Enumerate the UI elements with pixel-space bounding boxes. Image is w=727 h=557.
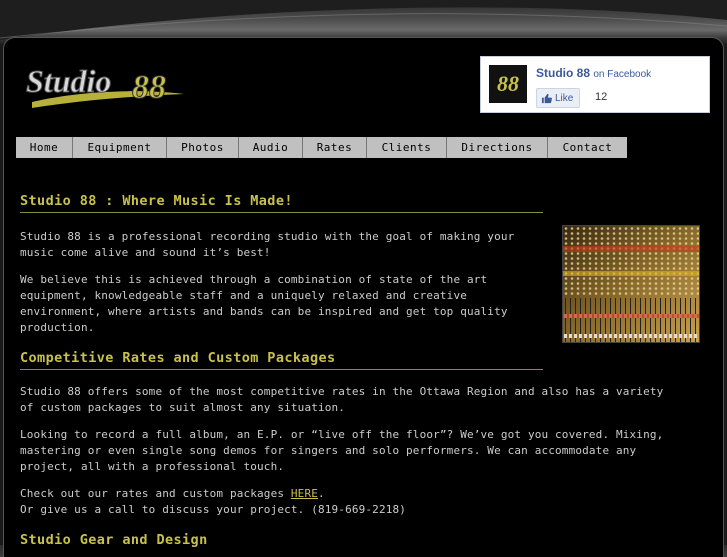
section-intro: Studio 88 : Where Music Is Made! Studio … bbox=[20, 193, 543, 336]
heading-where-music-is-made: Studio 88 : Where Music Is Made! bbox=[20, 193, 293, 209]
main-navigation: Home Equipment Photos Audio Rates Client… bbox=[16, 137, 627, 158]
main-content: Studio 88 : Where Music Is Made! Studio … bbox=[20, 193, 720, 548]
nav-contact[interactable]: Contact bbox=[548, 137, 627, 158]
intro-paragraph-1: Studio 88 is a professional recording st… bbox=[20, 230, 515, 259]
heading-divider bbox=[20, 212, 543, 213]
nav-audio[interactable]: Audio bbox=[239, 137, 303, 158]
rates-paragraph-3: Check out our rates and custom packages … bbox=[20, 486, 680, 502]
facebook-like-label: Like bbox=[555, 92, 574, 104]
nav-directions[interactable]: Directions bbox=[447, 137, 548, 158]
facebook-suffix: on Facebook bbox=[593, 69, 652, 80]
studio-88-logo[interactable]: Studio 88 bbox=[24, 58, 194, 116]
heading-studio-gear: Studio Gear and Design bbox=[20, 532, 208, 548]
rates-here-link[interactable]: HERE bbox=[291, 487, 318, 500]
rates-cta-suffix: . bbox=[318, 487, 325, 500]
heading-divider bbox=[20, 369, 543, 370]
thumbs-up-icon bbox=[541, 93, 552, 103]
facebook-like-count: 12 bbox=[595, 91, 608, 103]
intro-paragraph-2: We believe this is achieved through a co… bbox=[20, 273, 508, 334]
rates-paragraph-2: Looking to record a full album, an E.P. … bbox=[20, 428, 664, 473]
facebook-widget[interactable]: 88 Studio 88 on Facebook Like 12 bbox=[480, 56, 710, 113]
section-rates: Competitive Rates and Custom Packages bbox=[20, 350, 543, 370]
heading-competitive-rates: Competitive Rates and Custom Packages bbox=[20, 350, 336, 366]
facebook-thumb-text: 88 bbox=[497, 71, 519, 96]
nav-photos[interactable]: Photos bbox=[167, 137, 239, 158]
facebook-page-name[interactable]: Studio 88 bbox=[536, 66, 590, 80]
rates-paragraph-1: Studio 88 offers some of the most compet… bbox=[20, 385, 664, 414]
call-paragraph: Or give us a call to discuss your projec… bbox=[20, 503, 407, 516]
facebook-page-thumbnail[interactable]: 88 bbox=[489, 65, 527, 103]
rates-cta-prefix: Check out our rates and custom packages bbox=[20, 487, 291, 500]
nav-equipment[interactable]: Equipment bbox=[73, 137, 167, 158]
svg-text:88: 88 bbox=[132, 69, 166, 106]
svg-text:Studio: Studio bbox=[26, 63, 111, 99]
facebook-page-title[interactable]: Studio 88 on Facebook bbox=[536, 66, 651, 80]
nav-home[interactable]: Home bbox=[16, 137, 73, 158]
nav-clients[interactable]: Clients bbox=[367, 137, 447, 158]
nav-rates[interactable]: Rates bbox=[303, 137, 367, 158]
facebook-like-button[interactable]: Like bbox=[536, 88, 581, 108]
